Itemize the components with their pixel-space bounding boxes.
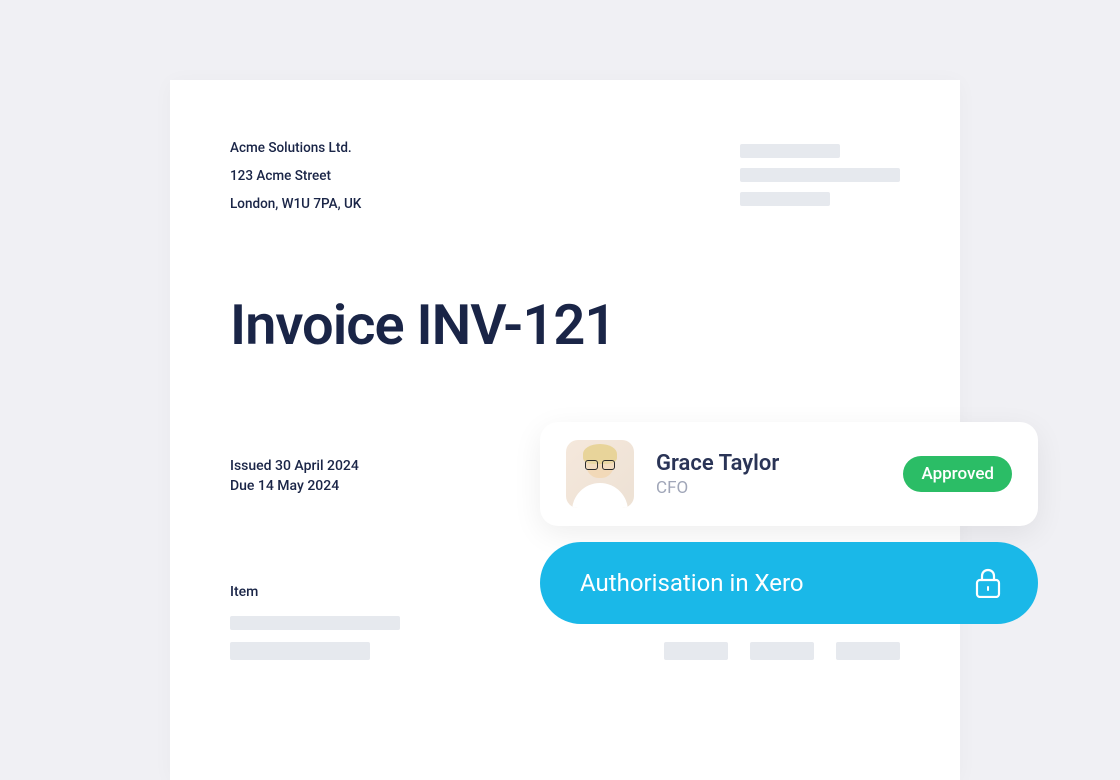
recipient-placeholder <box>740 144 900 212</box>
invoice-header: Acme Solutions Ltd. 123 Acme Street Lond… <box>230 140 900 212</box>
lock-icon <box>974 567 1002 599</box>
avatar <box>566 440 634 508</box>
approver-info: Grace Taylor CFO <box>656 451 903 498</box>
placeholder-bar <box>230 616 400 630</box>
item-row <box>230 642 900 660</box>
placeholder-bar <box>836 642 900 660</box>
approver-role: CFO <box>656 478 903 498</box>
status-badge: Approved <box>903 456 1012 492</box>
placeholder-bar <box>740 168 900 182</box>
approval-card: Grace Taylor CFO Approved <box>540 422 1038 526</box>
placeholder-bar <box>750 642 814 660</box>
company-street: 123 Acme Street <box>230 168 361 184</box>
company-city: London, W1U 7PA, UK <box>230 196 361 212</box>
placeholder-bar <box>664 642 728 660</box>
placeholder-bar <box>740 144 840 158</box>
approver-name: Grace Taylor <box>656 451 903 476</box>
placeholder-bar <box>230 642 370 660</box>
company-info: Acme Solutions Ltd. 123 Acme Street Lond… <box>230 140 361 212</box>
company-name: Acme Solutions Ltd. <box>230 140 361 156</box>
authorisation-button[interactable]: Authorisation in Xero <box>540 542 1038 624</box>
invoice-title: Invoice INV-121 <box>230 292 900 358</box>
authorisation-label: Authorisation in Xero <box>580 569 804 597</box>
placeholder-bar <box>740 192 830 206</box>
